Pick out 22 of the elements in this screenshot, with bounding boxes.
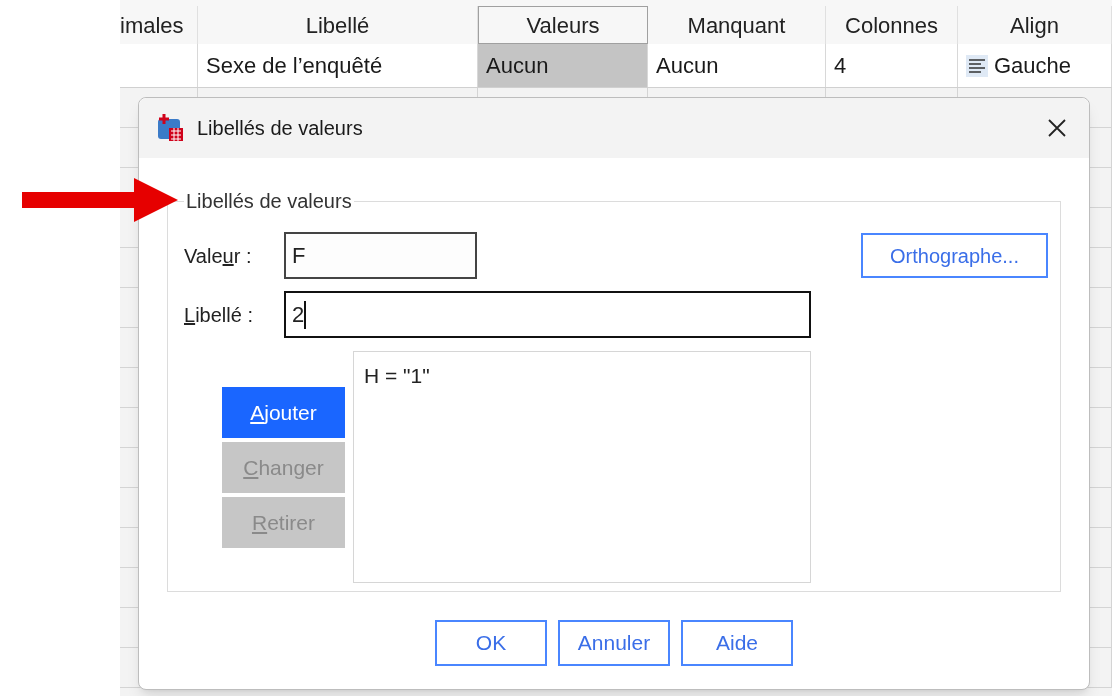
table-cell-text: Sexe de l’enquêté (205, 52, 384, 80)
value-label-list[interactable]: H = "1" (353, 351, 811, 583)
group-title: Libellés de valeurs (185, 189, 353, 214)
value-label-item[interactable]: H = "1" (364, 360, 800, 392)
input-field[interactable]: F (284, 232, 477, 279)
dialog-button[interactable]: OK (435, 620, 547, 666)
table-cell-text: Gauche (994, 52, 1073, 80)
dialog-button[interactable]: Aide (681, 620, 793, 666)
field-label: Valeur : (184, 243, 253, 269)
dialog-button[interactable]: Annuler (558, 620, 670, 666)
table-cell: Aucun (478, 44, 647, 87)
table-icon (155, 113, 185, 143)
spelling-button[interactable]: Orthographe... (861, 233, 1048, 278)
column-header[interactable]: Valeurs (478, 6, 648, 44)
align-left-icon (966, 54, 988, 77)
table-cell-text: Aucun (655, 52, 720, 80)
dialog-title: Libellés de valeurs (197, 116, 363, 141)
table-cell-text: 4 (833, 52, 848, 80)
close-icon[interactable] (1047, 118, 1067, 138)
input-field[interactable]: 2 (284, 291, 811, 338)
field-label: Libellé : (184, 302, 254, 328)
action-button[interactable]: Ajouter (222, 387, 345, 438)
